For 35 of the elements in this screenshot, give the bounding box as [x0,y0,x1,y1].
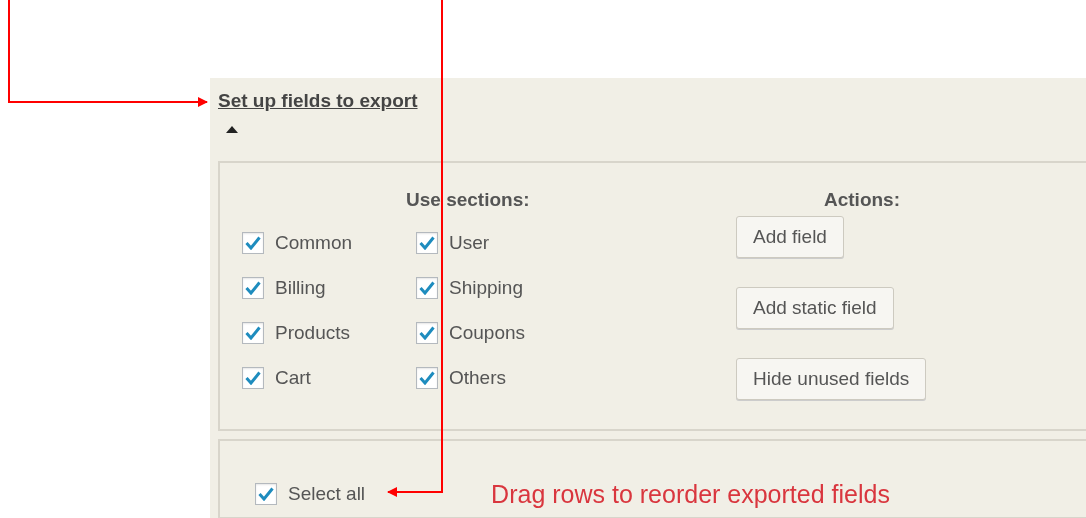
checkbox[interactable] [255,483,277,505]
action-button[interactable]: Add field [736,215,844,258]
action-button[interactable]: Hide unused fields [736,357,927,400]
checkbox-label: Cart [275,366,311,389]
check-icon [245,235,261,250]
check-icon [419,280,435,295]
check-icon [419,370,435,385]
checkbox[interactable] [242,321,264,344]
hint-text: Drag rows to reorder exported fields [491,479,890,509]
check-icon [258,487,274,501]
checkbox-label: User [449,231,490,254]
checkbox[interactable] [416,231,438,254]
checkbox-label: Others [449,366,507,389]
checkbox-label: Coupons [449,321,526,344]
checkbox-label: Products [275,321,350,344]
checkbox[interactable] [242,366,264,389]
section-title[interactable]: Set up fields to export [218,90,418,112]
action-button[interactable]: Add static field [736,286,894,329]
check-icon [419,325,435,340]
sections-heading: Use sections: [406,189,531,212]
checkbox[interactable] [416,276,438,299]
checkbox[interactable] [242,276,264,299]
collapse-icon[interactable] [226,126,238,133]
check-icon [245,325,261,340]
checkbox[interactable] [416,366,438,389]
checkbox[interactable] [416,321,438,344]
checkbox-label: Select all [288,483,366,505]
checkbox-label: Billing [275,276,326,299]
checkbox-label: Common [275,231,353,254]
checkbox-label: Shipping [449,276,523,299]
check-icon [245,280,261,295]
actions-heading: Actions: [824,189,901,212]
check-icon [419,235,435,250]
checkbox[interactable] [242,231,264,254]
check-icon [245,370,261,385]
